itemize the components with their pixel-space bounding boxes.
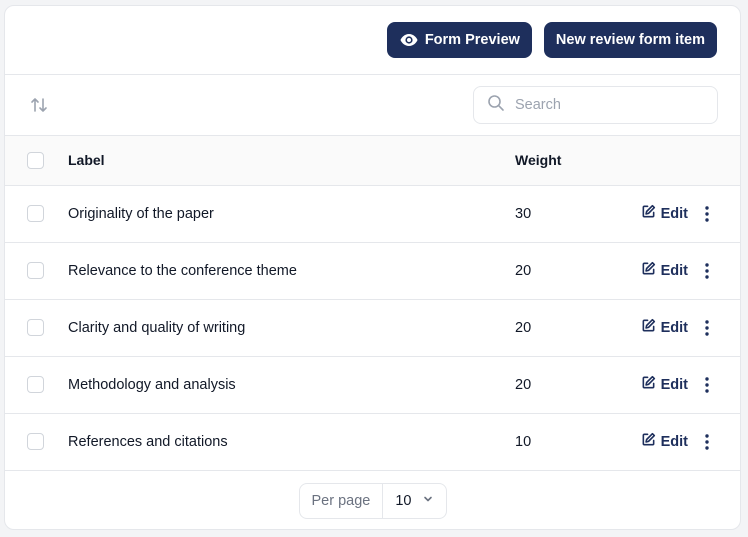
row-label: Clarity and quality of writing (68, 319, 246, 336)
edit-label: Edit (660, 205, 688, 222)
table-row: Clarity and quality of writing 20 Edit (5, 299, 740, 356)
select-all-checkbox[interactable] (27, 151, 44, 169)
edit-icon (641, 375, 656, 394)
row-weight: 20 (515, 376, 532, 393)
row-checkbox[interactable] (27, 319, 44, 336)
row-checkbox[interactable] (27, 262, 44, 279)
chevron-down-icon (422, 493, 434, 509)
edit-button[interactable]: Edit (641, 375, 688, 394)
edit-button[interactable]: Edit (641, 204, 688, 223)
per-page-value: 10 (395, 493, 412, 509)
review-form-items-card: Form Preview New review form item L (4, 5, 741, 530)
table-row: Relevance to the conference theme 20 Edi… (5, 242, 740, 299)
edit-icon (641, 318, 656, 337)
edit-button[interactable]: Edit (641, 432, 688, 451)
row-weight: 10 (515, 433, 532, 450)
row-checkbox[interactable] (27, 433, 44, 450)
column-header-weight[interactable]: Weight (515, 136, 625, 185)
form-preview-label: Form Preview (424, 32, 520, 48)
table-row: Methodology and analysis 20 Edit (5, 356, 740, 413)
column-header-label[interactable]: Label (68, 136, 515, 185)
edit-label: Edit (660, 433, 688, 450)
edit-button[interactable]: Edit (641, 261, 688, 280)
edit-label: Edit (660, 262, 688, 279)
table-body: Originality of the paper 30 Edit Relevan… (5, 185, 740, 470)
pagination: Per page 10 (5, 471, 740, 530)
more-actions-icon[interactable] (700, 433, 714, 451)
search-box[interactable] (473, 86, 718, 124)
edit-icon (641, 204, 656, 223)
table-header-row: Label Weight (5, 136, 740, 185)
edit-icon (641, 432, 656, 451)
table-toolbar (5, 75, 740, 136)
table-row: References and citations 10 Edit (5, 413, 740, 470)
row-weight: 20 (515, 262, 532, 279)
sort-arrows-icon[interactable] (29, 95, 49, 115)
edit-button[interactable]: Edit (641, 318, 688, 337)
row-checkbox[interactable] (27, 376, 44, 393)
edit-label: Edit (660, 319, 688, 336)
row-weight: 30 (515, 205, 532, 222)
per-page-label: Per page (300, 484, 384, 518)
per-page-select[interactable]: 10 (383, 484, 445, 518)
per-page-control: Per page 10 (298, 483, 447, 519)
more-actions-icon[interactable] (700, 376, 714, 394)
row-label: References and citations (68, 433, 228, 450)
more-actions-icon[interactable] (700, 319, 714, 337)
row-label: Originality of the paper (68, 205, 214, 222)
header-actions: Form Preview New review form item (5, 6, 740, 75)
more-actions-icon[interactable] (700, 262, 714, 280)
table-row: Originality of the paper 30 Edit (5, 185, 740, 242)
new-review-form-item-button[interactable]: New review form item (543, 22, 717, 58)
eye-icon (399, 30, 419, 50)
row-label: Relevance to the conference theme (68, 262, 297, 279)
more-actions-icon[interactable] (700, 205, 714, 223)
review-form-items-table: Label Weight Originality of the paper 30 (5, 136, 740, 471)
search-input[interactable] (513, 96, 697, 114)
row-weight: 20 (515, 319, 532, 336)
row-checkbox[interactable] (27, 205, 44, 222)
row-label: Methodology and analysis (68, 376, 236, 393)
search-icon (487, 94, 505, 117)
edit-icon (641, 261, 656, 280)
edit-label: Edit (660, 376, 688, 393)
form-preview-button[interactable]: Form Preview (386, 22, 532, 58)
